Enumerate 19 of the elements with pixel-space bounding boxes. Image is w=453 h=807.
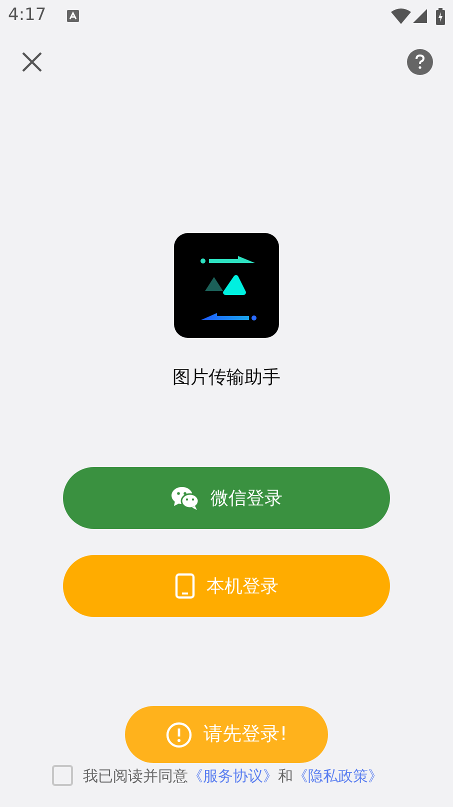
wifi-icon (391, 8, 411, 24)
toast-message: 请先登录! (204, 722, 288, 748)
wechat-login-button[interactable]: 微信登录 (63, 467, 390, 529)
agreement-text: 我已阅读并同意《服务协议》和《隐私政策》 (83, 766, 383, 786)
phone-icon (174, 573, 194, 599)
warning-icon (166, 722, 192, 748)
close-button[interactable] (20, 50, 44, 74)
chat-bubbles-icon (170, 486, 198, 510)
phone-login-button[interactable]: 本机登录 (63, 555, 390, 617)
signal-icon (413, 9, 427, 23)
battery-icon (436, 8, 445, 24)
privacy-policy-link[interactable]: 《隐私政策》 (293, 766, 383, 784)
status-time: 4:17 (8, 4, 46, 28)
question-mark-icon (414, 54, 426, 70)
help-button[interactable] (407, 49, 433, 75)
keyboard-icon (67, 10, 80, 22)
app-name: 图片传输助手 (172, 366, 280, 390)
service-agreement-link[interactable]: 《服务协议》 (188, 766, 278, 784)
agreement-checkbox[interactable] (52, 765, 73, 786)
